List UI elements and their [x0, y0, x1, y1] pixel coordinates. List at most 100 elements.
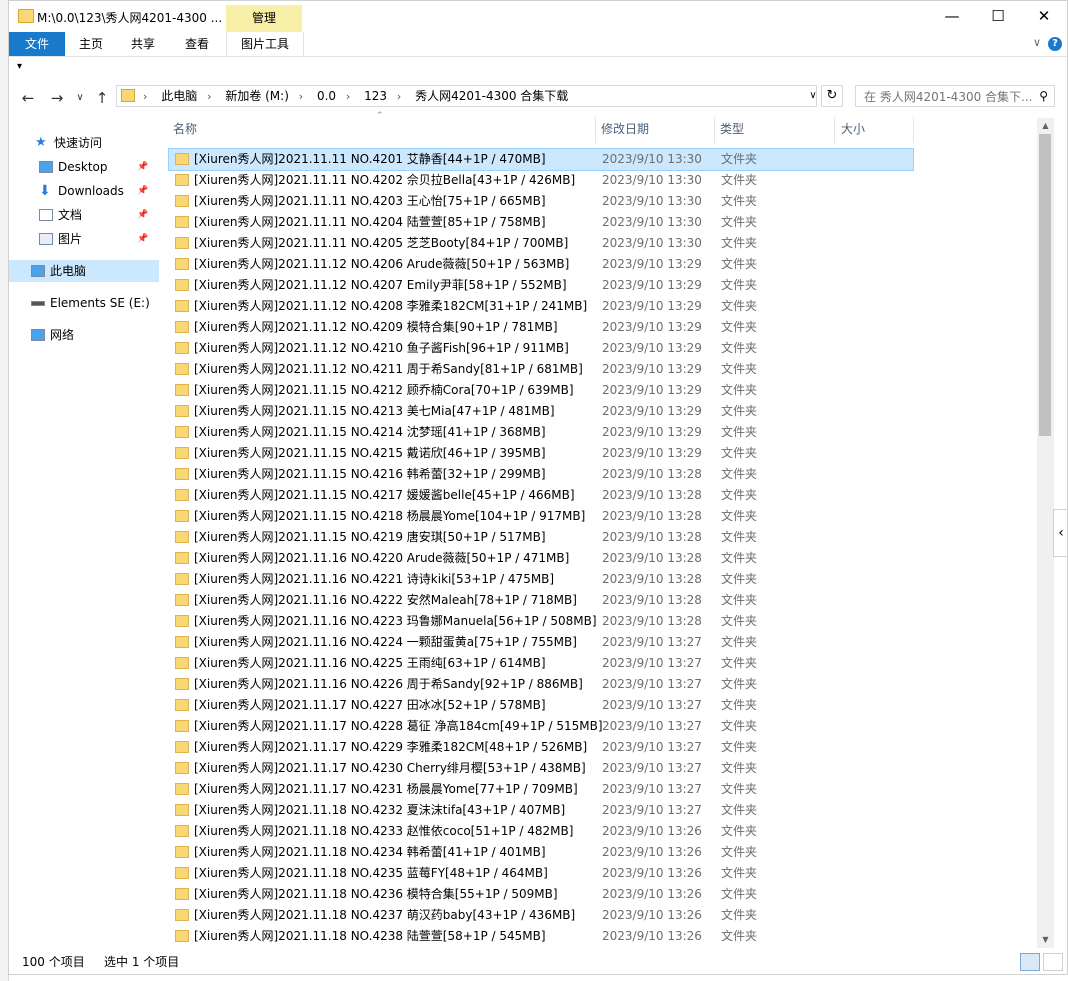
large-icons-view-icon[interactable]	[1043, 953, 1063, 971]
column-header-size[interactable]: 大小	[841, 114, 911, 144]
file-type: 文件夹	[721, 698, 758, 712]
tab-picture-tools[interactable]: 图片工具	[226, 32, 304, 56]
sidebar-item[interactable]: ⬇ Downloads 📌	[9, 180, 159, 202]
sidebar-item[interactable]: 图片 📌	[9, 228, 159, 250]
file-row[interactable]: [Xiuren秀人网]2021.11.18 NO.4238 陆萱萱[58+1P …	[169, 926, 913, 947]
file-row[interactable]: [Xiuren秀人网]2021.11.17 NO.4228 葛征 净高184cm…	[169, 716, 913, 737]
scroll-down-icon[interactable]: ▼	[1037, 932, 1054, 948]
sidebar-item[interactable]: ★ 快速访问	[9, 132, 159, 154]
breadcrumb-folder-00[interactable]: 0.0	[317, 89, 336, 103]
file-row[interactable]: [Xiuren秀人网]2021.11.12 NO.4206 Arude薇薇[50…	[169, 254, 913, 275]
ribbon-expand-icon[interactable]: ∨	[1033, 36, 1041, 49]
file-row[interactable]: [Xiuren秀人网]2021.11.16 NO.4221 诗诗kiki[53+…	[169, 569, 913, 590]
breadcrumb-separator-icon[interactable]: ›	[346, 90, 350, 103]
file-row[interactable]: [Xiuren秀人网]2021.11.15 NO.4218 杨晨晨Yome[10…	[169, 506, 913, 527]
column-divider[interactable]	[913, 117, 914, 143]
quick-access-toolbar-dropdown-icon[interactable]: ▾	[17, 61, 22, 72]
file-row[interactable]: [Xiuren秀人网]2021.11.11 NO.4202 佘贝拉Bella[4…	[169, 170, 913, 191]
breadcrumb-separator-icon[interactable]: ›	[143, 90, 147, 103]
column-header-type[interactable]: 类型	[720, 114, 830, 144]
tab-view[interactable]: 查看	[175, 32, 219, 56]
sidebar-item[interactable]: Desktop 📌	[9, 156, 159, 178]
sidebar-item[interactable]: 此电脑	[9, 260, 159, 282]
scrollbar-thumb[interactable]	[1039, 134, 1051, 436]
file-type: 文件夹	[721, 278, 758, 292]
file-row[interactable]: [Xiuren秀人网]2021.11.15 NO.4215 戴诺欣[46+1P …	[169, 443, 913, 464]
file-row[interactable]: [Xiuren秀人网]2021.11.17 NO.4227 田冰冰[52+1P …	[169, 695, 913, 716]
file-row[interactable]: [Xiuren秀人网]2021.11.18 NO.4233 赵惟依coco[51…	[169, 821, 913, 842]
vertical-scrollbar[interactable]: ▲ ▼	[1037, 118, 1054, 948]
file-row[interactable]: [Xiuren秀人网]2021.11.12 NO.4211 周于希Sandy[8…	[169, 359, 913, 380]
minimize-button[interactable]: —	[929, 1, 975, 32]
file-row[interactable]: [Xiuren秀人网]2021.11.16 NO.4224 一颗甜蛋黄a[75+…	[169, 632, 913, 653]
breadcrumb-folder-123[interactable]: 123	[364, 89, 387, 103]
breadcrumb-separator-icon[interactable]: ›	[207, 90, 211, 103]
breadcrumb-this-pc[interactable]: 此电脑	[161, 89, 197, 103]
column-divider[interactable]	[834, 117, 835, 143]
tab-share[interactable]: 共享	[121, 32, 165, 56]
folder-icon	[175, 846, 189, 858]
search-icon[interactable]: ⚲	[1039, 89, 1048, 103]
file-row[interactable]: [Xiuren秀人网]2021.11.17 NO.4231 杨晨晨Yome[77…	[169, 779, 913, 800]
preview-pane-toggle-icon[interactable]: ‹	[1053, 509, 1067, 557]
column-header-name[interactable]: 名称	[173, 114, 593, 144]
file-row[interactable]: [Xiuren秀人网]2021.11.18 NO.4232 夏沫沫tifa[43…	[169, 800, 913, 821]
tab-home[interactable]: 主页	[69, 32, 113, 56]
file-row[interactable]: [Xiuren秀人网]2021.11.18 NO.4237 萌汉药baby[43…	[169, 905, 913, 926]
file-row[interactable]: [Xiuren秀人网]2021.11.15 NO.4219 唐安琪[50+1P …	[169, 527, 913, 548]
column-divider[interactable]	[595, 117, 596, 143]
file-row[interactable]: [Xiuren秀人网]2021.11.16 NO.4223 玛鲁娜Manuela…	[169, 611, 913, 632]
back-button[interactable]: ←	[17, 88, 39, 108]
breadcrumb-current-folder[interactable]: 秀人网4201-4300 合集下载	[415, 89, 568, 103]
address-bar[interactable]: › 此电脑 › 新加卷 (M:) › 0.0 › 123 › 秀人网4201-4…	[116, 85, 817, 107]
file-name: [Xiuren秀人网]2021.11.18 NO.4237 萌汉药baby[43…	[194, 908, 576, 922]
file-row[interactable]: [Xiuren秀人网]2021.11.16 NO.4225 王雨纯[63+1P …	[169, 653, 913, 674]
file-row[interactable]: [Xiuren秀人网]2021.11.18 NO.4234 韩希蕾[41+1P …	[169, 842, 913, 863]
file-row[interactable]: [Xiuren秀人网]2021.11.12 NO.4209 模特合集[90+1P…	[169, 317, 913, 338]
maximize-button[interactable]: ☐	[975, 1, 1021, 32]
file-type: 文件夹	[721, 362, 758, 376]
file-row[interactable]: [Xiuren秀人网]2021.11.12 NO.4210 鱼子酱Fish[96…	[169, 338, 913, 359]
file-row[interactable]: [Xiuren秀人网]2021.11.17 NO.4230 Cherry绯月樱[…	[169, 758, 913, 779]
breadcrumb-drive-m[interactable]: 新加卷 (M:)	[225, 89, 289, 103]
recent-locations-icon[interactable]: ∨	[69, 88, 91, 108]
file-row[interactable]: [Xiuren秀人网]2021.11.12 NO.4207 Emily尹菲[58…	[169, 275, 913, 296]
file-row[interactable]: [Xiuren秀人网]2021.11.12 NO.4208 李雅柔182CM[3…	[169, 296, 913, 317]
file-date: 2023/9/10 13:30	[602, 215, 702, 229]
sidebar-item[interactable]: 文档 📌	[9, 204, 159, 226]
help-icon[interactable]: ?	[1048, 37, 1062, 51]
search-box[interactable]: ⚲	[855, 85, 1055, 107]
file-row[interactable]: [Xiuren秀人网]2021.11.18 NO.4236 模特合集[55+1P…	[169, 884, 913, 905]
file-row[interactable]: [Xiuren秀人网]2021.11.11 NO.4204 陆萱萱[85+1P …	[169, 212, 913, 233]
file-row[interactable]: [Xiuren秀人网]2021.11.17 NO.4229 李雅柔182CM[4…	[169, 737, 913, 758]
breadcrumb: › 此电脑 › 新加卷 (M:) › 0.0 › 123 › 秀人网4201-4…	[141, 86, 572, 106]
breadcrumb-separator-icon[interactable]: ›	[397, 90, 401, 103]
scroll-up-icon[interactable]: ▲	[1037, 118, 1054, 134]
search-input[interactable]	[862, 87, 1036, 107]
file-row[interactable]: [Xiuren秀人网]2021.11.15 NO.4214 沈梦瑶[41+1P …	[169, 422, 913, 443]
file-type: 文件夹	[721, 530, 758, 544]
file-row[interactable]: [Xiuren秀人网]2021.11.15 NO.4212 顾乔楠Cora[70…	[169, 380, 913, 401]
file-row[interactable]: [Xiuren秀人网]2021.11.11 NO.4203 王心怡[75+1P …	[169, 191, 913, 212]
forward-button[interactable]: →	[46, 88, 68, 108]
sidebar-item[interactable]: 网络	[9, 324, 159, 346]
column-header-date[interactable]: 修改日期	[601, 114, 711, 144]
file-row[interactable]: [Xiuren秀人网]2021.11.15 NO.4217 媛媛酱belle[4…	[169, 485, 913, 506]
address-dropdown-icon[interactable]: ∨	[805, 85, 821, 107]
file-row[interactable]: [Xiuren秀人网]2021.11.18 NO.4235 蓝莓FY[48+1P…	[169, 863, 913, 884]
file-row[interactable]: [Xiuren秀人网]2021.11.11 NO.4205 芝芝Booty[84…	[169, 233, 913, 254]
breadcrumb-separator-icon[interactable]: ›	[299, 90, 303, 103]
file-row[interactable]: [Xiuren秀人网]2021.11.11 NO.4201 艾静香[44+1P …	[168, 148, 914, 171]
close-button[interactable]: ✕	[1021, 1, 1067, 32]
file-row[interactable]: [Xiuren秀人网]2021.11.16 NO.4220 Arude薇薇[50…	[169, 548, 913, 569]
file-row[interactable]: [Xiuren秀人网]2021.11.15 NO.4216 韩希蕾[32+1P …	[169, 464, 913, 485]
column-divider[interactable]	[714, 117, 715, 143]
details-view-icon[interactable]	[1020, 953, 1040, 971]
sidebar-item[interactable]: Elements SE (E:)	[9, 292, 159, 314]
up-button[interactable]: ↑	[91, 88, 113, 108]
refresh-button[interactable]: ↻	[821, 85, 843, 107]
tab-file[interactable]: 文件	[9, 32, 65, 56]
file-row[interactable]: [Xiuren秀人网]2021.11.15 NO.4213 美七Mia[47+1…	[169, 401, 913, 422]
file-row[interactable]: [Xiuren秀人网]2021.11.16 NO.4226 周于希Sandy[9…	[169, 674, 913, 695]
file-row[interactable]: [Xiuren秀人网]2021.11.16 NO.4222 安然Maleah[7…	[169, 590, 913, 611]
